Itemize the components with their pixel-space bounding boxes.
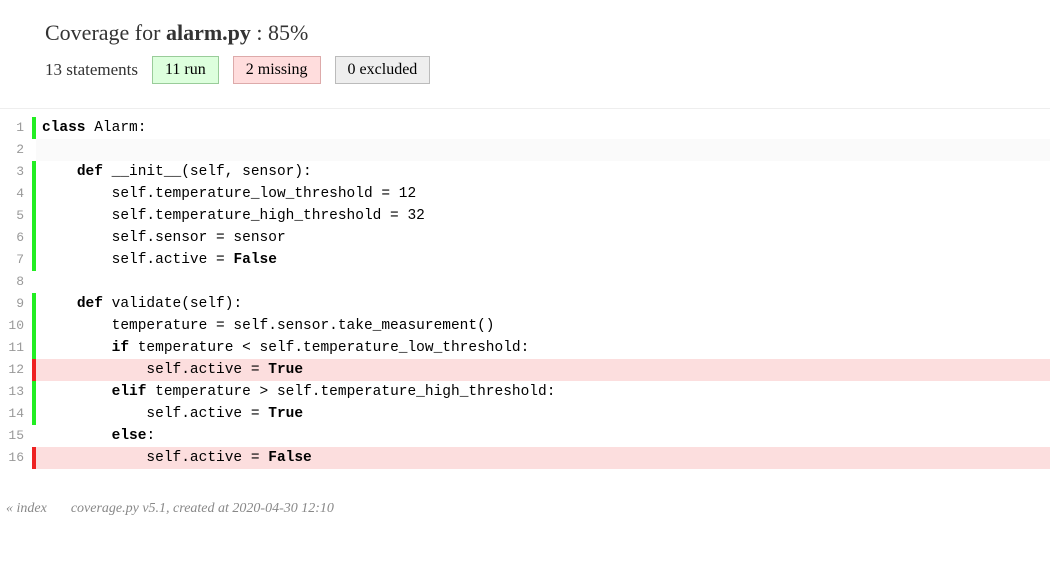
source-text (36, 271, 1050, 293)
line-number: 11 (0, 337, 32, 359)
line-number: 4 (0, 183, 32, 205)
source-text: else: (36, 425, 1050, 447)
line-number: 12 (0, 359, 32, 381)
code-line: 7 self.active = False (0, 249, 1050, 271)
footer: « index coverage.py v5.1, created at 202… (0, 491, 1050, 535)
line-number: 9 (0, 293, 32, 315)
source-text: def validate(self): (36, 293, 1050, 315)
line-number: 7 (0, 249, 32, 271)
source-text: self.active = False (36, 447, 1050, 469)
code-line: 8 (0, 271, 1050, 293)
title-sep: : (251, 20, 268, 45)
divider (0, 108, 1050, 109)
code-line: 11 if temperature < self.temperature_low… (0, 337, 1050, 359)
source-text: if temperature < self.temperature_low_th… (36, 337, 1050, 359)
stats-row: 13 statements 11 run 2 missing 0 exclude… (45, 56, 1005, 84)
title-file: alarm.py (166, 20, 251, 45)
source-text: temperature = self.sensor.take_measureme… (36, 315, 1050, 337)
source-text: def __init__(self, sensor): (36, 161, 1050, 183)
source-text: self.active = True (36, 403, 1050, 425)
code-line: 2 (0, 139, 1050, 161)
source-text (36, 139, 1050, 161)
code-line: 1class Alarm: (0, 117, 1050, 139)
source-text: self.active = False (36, 249, 1050, 271)
code-line: 14 self.active = True (0, 403, 1050, 425)
line-number: 8 (0, 271, 32, 293)
code-line: 10 temperature = self.sensor.take_measur… (0, 315, 1050, 337)
code-line: 15 else: (0, 425, 1050, 447)
filter-excluded[interactable]: 0 excluded (335, 56, 431, 84)
filter-run[interactable]: 11 run (152, 56, 219, 84)
code-line: 13 elif temperature > self.temperature_h… (0, 381, 1050, 403)
code-line: 3 def __init__(self, sensor): (0, 161, 1050, 183)
filter-missing[interactable]: 2 missing (233, 56, 321, 84)
line-number: 3 (0, 161, 32, 183)
code-line: 4 self.temperature_low_threshold = 12 (0, 183, 1050, 205)
line-number: 2 (0, 139, 32, 161)
title-prefix: Coverage for (45, 20, 166, 45)
index-link[interactable]: « index (6, 501, 47, 517)
report-header: Coverage for alarm.py : 85% 13 statement… (0, 0, 1050, 94)
footer-note: coverage.py v5.1, created at 2020-04-30 … (71, 501, 334, 517)
source-code: 1class Alarm:23 def __init__(self, senso… (0, 117, 1050, 469)
source-text: elif temperature > self.temperature_high… (36, 381, 1050, 403)
coverage-percent: 85% (268, 20, 308, 45)
line-number: 1 (0, 117, 32, 139)
source-text: self.temperature_high_threshold = 32 (36, 205, 1050, 227)
code-line: 6 self.sensor = sensor (0, 227, 1050, 249)
code-line: 9 def validate(self): (0, 293, 1050, 315)
line-number: 15 (0, 425, 32, 447)
line-number: 14 (0, 403, 32, 425)
source-text: self.sensor = sensor (36, 227, 1050, 249)
code-line: 12 self.active = True (0, 359, 1050, 381)
code-line: 16 self.active = False (0, 447, 1050, 469)
line-number: 13 (0, 381, 32, 403)
line-number: 16 (0, 447, 32, 469)
source-text: self.active = True (36, 359, 1050, 381)
line-number: 5 (0, 205, 32, 227)
code-line: 5 self.temperature_high_threshold = 32 (0, 205, 1050, 227)
statements-count: 13 statements (45, 60, 138, 80)
source-text: class Alarm: (36, 117, 1050, 139)
page-title: Coverage for alarm.py : 85% (45, 20, 1005, 46)
line-number: 10 (0, 315, 32, 337)
line-number: 6 (0, 227, 32, 249)
source-text: self.temperature_low_threshold = 12 (36, 183, 1050, 205)
